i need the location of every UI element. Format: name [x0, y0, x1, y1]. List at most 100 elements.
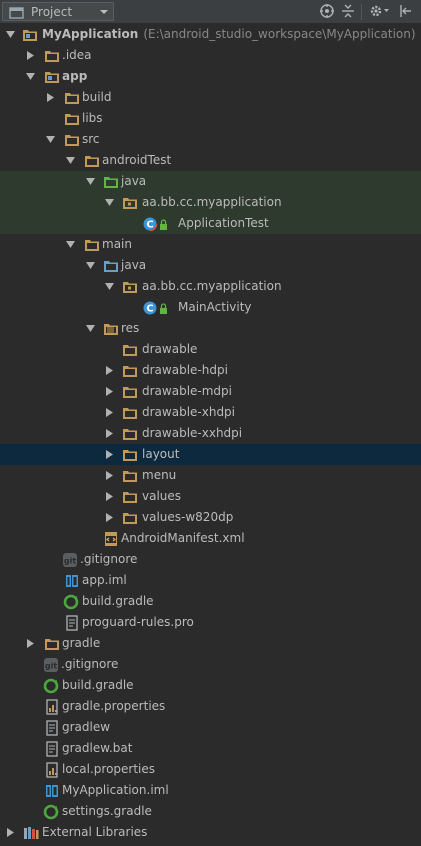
tree-row-app[interactable]: app [0, 66, 421, 87]
tree-row-values-w820dp[interactable]: values-w820dp [0, 507, 421, 528]
tree-row-app-iml[interactable]: app.iml [0, 570, 421, 591]
tree-row-gradle-properties[interactable]: gradle.properties [0, 696, 421, 717]
tree-row-myapplication-iml[interactable]: MyApplication.iml [0, 780, 421, 801]
expanded-arrow-icon[interactable] [85, 176, 96, 187]
expanded-arrow-icon[interactable] [5, 29, 16, 40]
tree-row-main[interactable]: main [0, 234, 421, 255]
collapsed-arrow-icon[interactable] [45, 92, 56, 103]
tree-row-layout[interactable]: layout [0, 444, 421, 465]
tree-row-external-libraries[interactable]: External Libraries [0, 822, 421, 843]
target-icon[interactable] [319, 3, 337, 21]
tree-label: app.iml [82, 573, 127, 587]
text-file-icon [64, 615, 80, 631]
tree-row-root-build-gradle[interactable]: build.gradle [0, 675, 421, 696]
tree-row-drawable-mdpi[interactable]: drawable-mdpi [0, 381, 421, 402]
tree-row-gradle[interactable]: gradle [0, 633, 421, 654]
expanded-arrow-icon[interactable] [104, 281, 115, 292]
tree-row-main-package[interactable]: aa.bb.cc.myapplication [0, 276, 421, 297]
tree-row-root-gitignore[interactable]: git .gitignore [0, 654, 421, 675]
tree-row-applicationtest[interactable]: C ApplicationTest [0, 213, 421, 234]
toolbar-separator [361, 4, 362, 20]
tree-label: gradle [62, 636, 101, 650]
iml-file-icon [64, 573, 80, 589]
tree-label: .gitignore [61, 657, 119, 671]
tree-label: layout [142, 447, 180, 461]
collapsed-arrow-icon[interactable] [25, 638, 36, 649]
tree-row-local-properties[interactable]: local.properties [0, 759, 421, 780]
expanded-arrow-icon[interactable] [65, 239, 76, 250]
collapsed-arrow-icon[interactable] [5, 827, 16, 838]
lock-icon [159, 300, 169, 316]
collapsed-arrow-icon[interactable] [104, 491, 115, 502]
expanded-arrow-icon[interactable] [104, 197, 115, 208]
tree-row-mainactivity[interactable]: C MainActivity [0, 297, 421, 318]
source-folder-icon [103, 258, 119, 274]
tree-row-drawable-xxhdpi[interactable]: drawable-xxhdpi [0, 423, 421, 444]
tree-row-idea[interactable]: .idea [0, 45, 421, 66]
collapsed-arrow-icon[interactable] [104, 512, 115, 523]
folder-icon [122, 384, 138, 400]
tree-row-settings-gradle[interactable]: settings.gradle [0, 801, 421, 822]
tree-row-drawable-hdpi[interactable]: drawable-hdpi [0, 360, 421, 381]
tree-row-app-gitignore[interactable]: git .gitignore [0, 549, 421, 570]
tree-row-drawable[interactable]: drawable [0, 339, 421, 360]
text-file-icon [44, 741, 60, 757]
expanded-arrow-icon[interactable] [25, 71, 36, 82]
tree-row-myapplication[interactable]: MyApplication (E:\android_studio_workspac… [0, 24, 421, 45]
tree-row-gradlew[interactable]: gradlew [0, 717, 421, 738]
tree-row-src[interactable]: src [0, 129, 421, 150]
chevron-down-icon [99, 4, 109, 18]
collapsed-arrow-icon[interactable] [104, 470, 115, 481]
tree-row-proguard[interactable]: proguard-rules.pro [0, 612, 421, 633]
tree-row-menu[interactable]: menu [0, 465, 421, 486]
gradle-file-icon [63, 594, 79, 610]
collapsed-arrow-icon[interactable] [104, 428, 115, 439]
tree-row-libs[interactable]: libs [0, 108, 421, 129]
tree-label: ApplicationTest [178, 216, 269, 230]
tree-row-test-java[interactable]: java [0, 171, 421, 192]
tree-row-drawable-xhdpi[interactable]: drawable-xhdpi [0, 402, 421, 423]
folder-icon [122, 489, 138, 505]
svg-text:C: C [146, 304, 153, 315]
expanded-arrow-icon[interactable] [65, 155, 76, 166]
tree-row-androidtest[interactable]: androidTest [0, 150, 421, 171]
collapsed-arrow-icon[interactable] [104, 365, 115, 376]
resource-folder-icon [103, 321, 119, 337]
collapsed-arrow-icon[interactable] [104, 407, 115, 418]
tree-row-main-java[interactable]: java [0, 255, 421, 276]
expanded-arrow-icon[interactable] [45, 134, 56, 145]
view-selector-dropdown[interactable]: Project [2, 2, 114, 21]
svg-text:git: git [45, 662, 57, 671]
folder-icon [64, 90, 80, 106]
expanded-arrow-icon[interactable] [85, 260, 96, 271]
collapsed-arrow-icon[interactable] [104, 449, 115, 460]
collapsed-arrow-icon[interactable] [25, 50, 36, 61]
folder-icon [64, 132, 80, 148]
tree-label: settings.gradle [62, 804, 152, 818]
collapse-icon[interactable] [340, 3, 358, 21]
folder-icon [84, 153, 100, 169]
tree-row-values[interactable]: values [0, 486, 421, 507]
tree-row-test-package[interactable]: aa.bb.cc.myapplication [0, 192, 421, 213]
collapsed-arrow-icon[interactable] [104, 386, 115, 397]
tree-label: build [82, 90, 112, 104]
tree-row-build[interactable]: build [0, 87, 421, 108]
package-icon [122, 279, 138, 295]
tree-row-app-build-gradle[interactable]: build.gradle [0, 591, 421, 612]
tree-row-androidmanifest[interactable]: AndroidManifest.xml [0, 528, 421, 549]
tree-label: res [121, 321, 140, 335]
tree-row-res[interactable]: res [0, 318, 421, 339]
tree-label: drawable-mdpi [142, 384, 232, 398]
gear-icon[interactable] [368, 3, 389, 21]
tree-row-gradlew-bat[interactable]: gradlew.bat [0, 738, 421, 759]
tree-label: gradlew.bat [62, 741, 133, 755]
tree-label: menu [142, 468, 177, 482]
hide-icon[interactable] [398, 3, 416, 21]
expanded-arrow-icon[interactable] [85, 323, 96, 334]
tree-label: .gitignore [80, 552, 138, 566]
tree-label: src [82, 132, 100, 146]
root-path: (E:\android_studio_workspace\MyApplicati… [143, 27, 416, 41]
lock-icon [159, 216, 169, 232]
folder-icon [122, 363, 138, 379]
test-class-icon: C [143, 216, 159, 232]
